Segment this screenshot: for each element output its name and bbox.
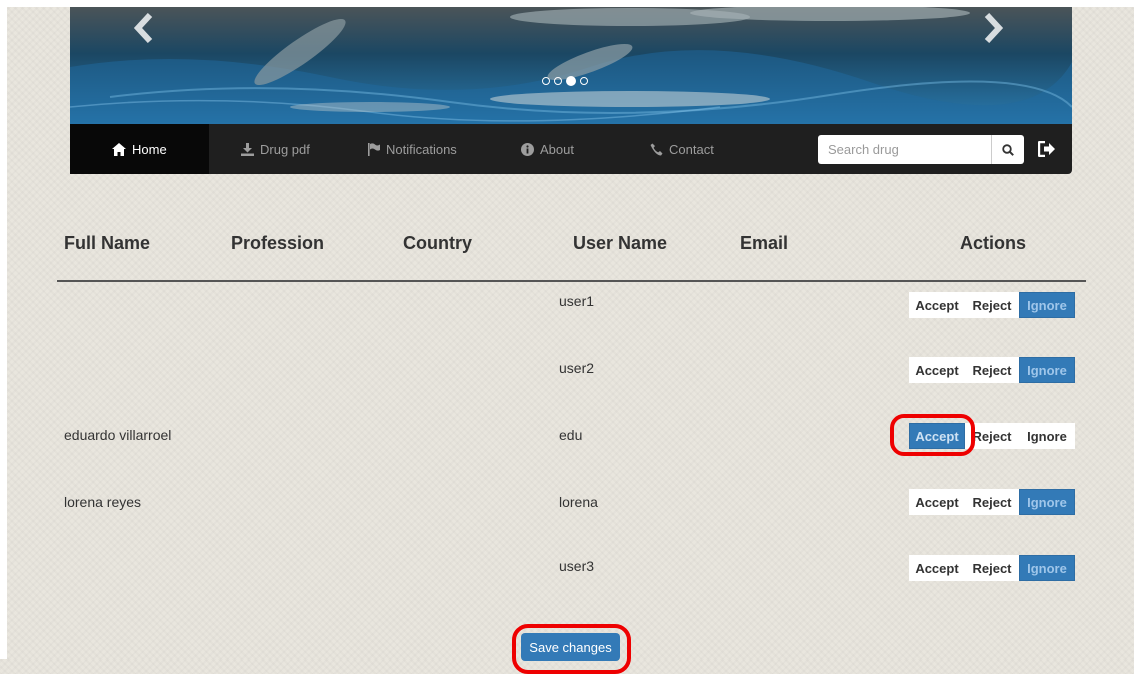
home-icon [112,142,126,156]
nav-contact-label: Contact [669,141,714,157]
carousel-indicator-4[interactable] [580,77,588,85]
ignore-button[interactable]: Ignore [1019,423,1075,449]
chevron-left-icon [134,13,153,43]
flag-icon [368,142,380,156]
navbar: Home Drug pdf Notifications About Contac… [70,124,1072,174]
nav-drug-pdf[interactable]: Drug pdf [241,124,310,174]
phone-icon [650,143,663,156]
carousel-indicator-3[interactable] [566,76,576,86]
image-carousel [70,7,1072,124]
column-header-full-name: Full Name [64,233,151,253]
search-button[interactable] [991,135,1024,164]
nav-notifications-label: Notifications [386,141,457,157]
highlight-circle-save [512,624,631,674]
accept-button[interactable]: Accept [909,292,965,318]
column-header-email: Email [740,233,789,253]
chevron-right-icon [984,13,1003,43]
reject-button[interactable]: Reject [965,555,1019,581]
carousel-slide-image [70,7,1072,124]
column-header-user-name: User Name [573,233,668,253]
full-name-cell: lorena reyes [64,494,142,510]
accept-button[interactable]: Accept [909,489,965,515]
ignore-button[interactable]: Ignore [1019,489,1075,515]
user-name-cell: user3 [559,558,595,574]
download-icon [241,142,254,156]
nav-about[interactable]: About [521,124,574,174]
nav-home-label: Home [132,141,167,157]
nav-home[interactable]: Home [70,124,209,174]
column-header-country: Country [403,233,472,253]
accept-button[interactable]: Accept [909,555,965,581]
user-name-cell: edu [559,427,583,443]
reject-button[interactable]: Reject [965,292,1019,318]
ignore-button[interactable]: Ignore [1019,555,1075,581]
search-drug-input[interactable] [818,135,991,164]
user-name-cell: lorena [559,494,598,510]
info-icon [521,142,534,156]
reject-button[interactable]: Reject [965,489,1019,515]
nav-notifications[interactable]: Notifications [368,124,457,174]
carousel-prev-button[interactable] [134,13,160,47]
action-button-group: Accept Reject Ignore [909,292,1075,318]
column-header-profession: Profession [231,233,325,253]
nav-contact[interactable]: Contact [650,124,714,174]
nav-drug-pdf-label: Drug pdf [260,141,310,157]
logout-icon [1038,141,1055,157]
table-header-divider [57,280,1086,282]
accept-button[interactable]: Accept [909,357,965,383]
ignore-button[interactable]: Ignore [1019,292,1075,318]
user-name-cell: user2 [559,360,595,376]
carousel-indicators [542,76,588,86]
reject-button[interactable]: Reject [965,357,1019,383]
ignore-button[interactable]: Ignore [1019,357,1075,383]
search-icon [1002,143,1014,156]
carousel-indicator-1[interactable] [542,77,550,85]
logout-button[interactable] [1036,138,1058,160]
column-header-actions: Actions [960,233,1027,253]
page-border-top [0,0,1134,7]
full-name-cell: eduardo villarroel [64,427,172,443]
action-button-group: Accept Reject Ignore [909,555,1075,581]
action-button-group: Accept Reject Ignore [909,357,1075,383]
user-name-cell: user1 [559,293,595,309]
carousel-next-button[interactable] [983,13,1009,47]
nav-about-label: About [540,141,574,157]
carousel-indicator-2[interactable] [554,77,562,85]
highlight-circle-accept [890,414,975,456]
action-button-group: Accept Reject Ignore [909,489,1075,515]
page-border-left [0,0,7,659]
